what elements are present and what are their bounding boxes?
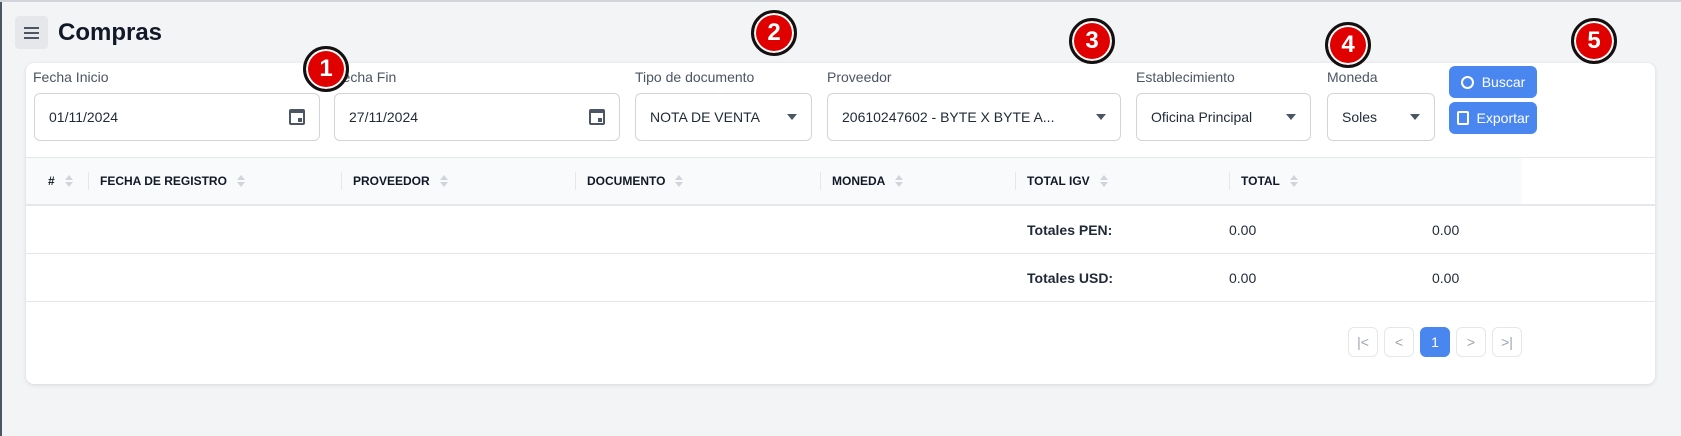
establecimiento-value: Oficina Principal <box>1151 109 1253 125</box>
column-header-label: # <box>48 174 55 188</box>
page-header: Compras <box>15 16 162 49</box>
first-page-button[interactable]: |< <box>1348 327 1378 357</box>
moneda-value: Soles <box>1342 109 1378 125</box>
column-header-number[interactable]: # <box>48 158 73 204</box>
exportar-button[interactable]: Exportar <box>1449 102 1537 134</box>
export-icon <box>1456 111 1469 125</box>
proveedor-select[interactable]: 20610247602 - BYTE X BYTE A... <box>827 93 1121 141</box>
column-divider <box>88 172 89 190</box>
totals-row-usd: Totales USD: 0.00 0.00 <box>26 254 1655 302</box>
sort-icon[interactable] <box>895 175 904 187</box>
exportar-label: Exportar <box>1476 110 1530 126</box>
column-header-moneda[interactable]: MONEDA <box>832 158 904 204</box>
totals-row-pen: Totales PEN: 0.00 0.00 <box>26 206 1655 254</box>
last-page-button[interactable]: >| <box>1492 327 1522 357</box>
column-header-label: TOTAL <box>1241 174 1280 188</box>
page-button-current[interactable]: 1 <box>1420 327 1450 357</box>
sort-icon[interactable] <box>64 175 73 187</box>
fecha-inicio-field[interactable]: 01/11/2024 <box>34 93 320 141</box>
fecha-inicio-value: 01/11/2024 <box>49 109 119 125</box>
fecha-fin-value: 27/11/2024 <box>349 109 419 125</box>
column-header-label: MONEDA <box>832 174 886 188</box>
moneda-select[interactable]: Soles <box>1327 93 1435 141</box>
prev-page-button[interactable]: < <box>1384 327 1414 357</box>
sort-icon[interactable] <box>439 175 448 187</box>
chevron-down-icon <box>1286 114 1296 120</box>
totals-igv: 0.00 <box>1229 270 1257 286</box>
sort-icon[interactable] <box>236 175 245 187</box>
buscar-label: Buscar <box>1481 74 1526 90</box>
totals-label: Totales USD: <box>1027 270 1114 286</box>
sort-icon[interactable] <box>1099 175 1108 187</box>
column-header-fecha-registro[interactable]: FECHA DE REGISTRO <box>100 158 245 204</box>
totals-total: 0.00 <box>1432 222 1460 238</box>
hamburger-icon[interactable] <box>15 16 48 49</box>
fecha-inicio-label: Fecha Inicio <box>33 69 109 85</box>
sort-icon[interactable] <box>1289 175 1298 187</box>
column-header-total-igv[interactable]: TOTAL IGV <box>1027 158 1108 204</box>
establecimiento-select[interactable]: Oficina Principal <box>1136 93 1311 141</box>
filters-card: Fecha Inicio 01/11/2024 Fecha Fin 27/11/… <box>26 63 1655 384</box>
page-title: Compras <box>58 18 163 46</box>
column-header-label: DOCUMENTO <box>587 174 666 188</box>
column-divider <box>820 172 821 190</box>
window-edge <box>0 0 2 436</box>
annotation-badge-5: 5 <box>1571 18 1617 64</box>
column-divider <box>575 172 576 190</box>
search-icon <box>1460 75 1474 89</box>
totals-total: 0.00 <box>1432 270 1460 286</box>
tipo-documento-label: Tipo de documento <box>635 69 755 85</box>
tipo-documento-value: NOTA DE VENTA <box>650 109 760 125</box>
column-header-label: TOTAL IGV <box>1027 174 1090 188</box>
window-top-edge <box>0 0 1681 2</box>
next-page-button[interactable]: > <box>1456 327 1486 357</box>
column-divider <box>1229 172 1230 190</box>
annotation-badge-2: 2 <box>751 10 797 56</box>
annotation-badge-3: 3 <box>1069 18 1115 64</box>
column-header-proveedor[interactable]: PROVEEDOR <box>353 158 448 204</box>
proveedor-value: 20610247602 - BYTE X BYTE A... <box>842 109 1055 125</box>
calendar-icon[interactable] <box>289 109 305 125</box>
tipo-documento-select[interactable]: NOTA DE VENTA <box>635 93 812 141</box>
proveedor-label: Proveedor <box>827 69 892 85</box>
column-header-documento[interactable]: DOCUMENTO <box>587 158 684 204</box>
chevron-down-icon <box>1410 114 1420 120</box>
column-divider <box>341 172 342 190</box>
chevron-down-icon <box>1096 114 1106 120</box>
column-divider <box>1015 172 1016 190</box>
totals-label: Totales PEN: <box>1027 222 1113 238</box>
totals-igv: 0.00 <box>1229 222 1257 238</box>
sort-icon[interactable] <box>675 175 684 187</box>
establecimiento-label: Establecimiento <box>1136 69 1235 85</box>
buscar-button[interactable]: Buscar <box>1449 66 1537 98</box>
annotation-badge-1: 1 <box>303 46 349 92</box>
column-header-label: PROVEEDOR <box>353 174 430 188</box>
calendar-icon[interactable] <box>589 109 605 125</box>
chevron-down-icon <box>787 114 797 120</box>
annotation-badge-4: 4 <box>1325 22 1371 68</box>
column-header-label: FECHA DE REGISTRO <box>100 174 227 188</box>
table-header: # FECHA DE REGISTRO PROVEEDOR DOCUMENTO … <box>26 157 1655 206</box>
fecha-fin-field[interactable]: 27/11/2024 <box>334 93 620 141</box>
moneda-label: Moneda <box>1327 69 1378 85</box>
column-header-total[interactable]: TOTAL <box>1241 158 1298 204</box>
